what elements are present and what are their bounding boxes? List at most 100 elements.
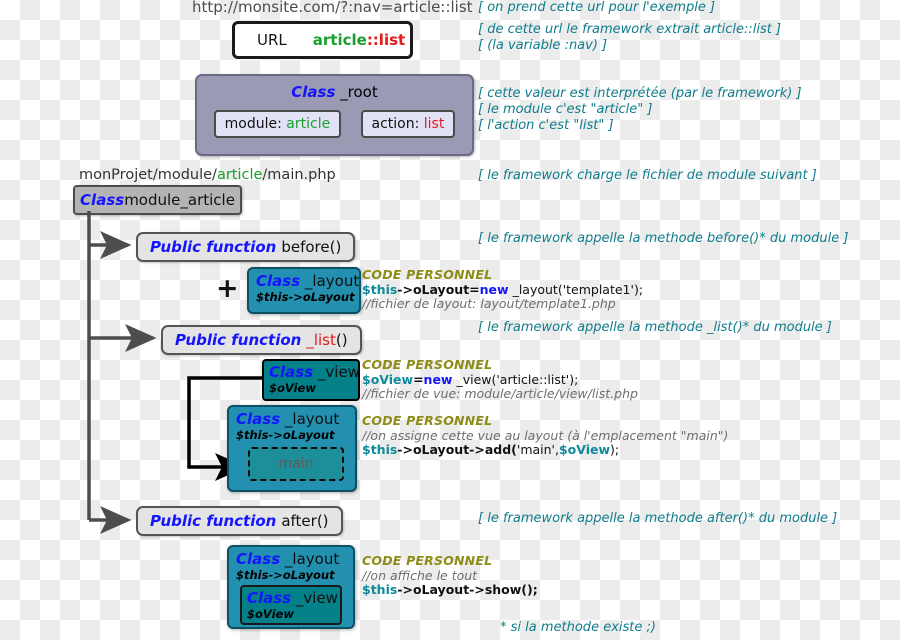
- module-chip-value: article: [286, 116, 331, 132]
- layout-box-before: Class _layout $this->oLayout: [247, 267, 361, 314]
- note-line: [ le module c'est "article" ]: [478, 102, 653, 117]
- layout-box-name: _layout: [300, 272, 360, 290]
- module-file-path: monProjet/module/article/main.php: [79, 167, 336, 183]
- code-header: CODE PERSONNEL: [362, 553, 493, 568]
- code-op: ->oLayout->show();: [397, 582, 538, 597]
- code-line: $this->oLayout=new _layout('template1');: [362, 281, 644, 298]
- module-class-box: Class module_article: [73, 185, 242, 215]
- layout-box-with-main: Class _layout $this->oLayout main: [227, 405, 357, 492]
- note-line: [ cette valeur est interprétée (par le f…: [478, 86, 802, 101]
- view-box-var: $oView: [269, 381, 316, 395]
- view-box-name: _view: [291, 589, 338, 607]
- note-after-call: [ le framework appelle la methode after(…: [478, 511, 838, 526]
- code-comment: //on assigne cette vue au layout (à l'em…: [362, 427, 729, 443]
- code-rest: _view('article::list');: [452, 371, 579, 387]
- code-keyword: new: [423, 371, 453, 387]
- view-box-list: Class _view $oView: [262, 359, 360, 401]
- code-var: $this: [362, 281, 398, 297]
- class-keyword: Class: [236, 550, 281, 568]
- code-line: $this->oLayout->show();: [362, 582, 538, 598]
- code-block-show: CODE PERSONNEL //on affiche le tout $thi…: [362, 553, 538, 598]
- note-root-interpretation: [ cette valeur est interprétée (par le f…: [478, 86, 802, 134]
- root-class-chips: module: article action: list: [197, 110, 472, 138]
- code-header: CODE PERSONNEL: [362, 413, 493, 428]
- code-comment: //fichier de layout: layout/template1.ph…: [362, 296, 616, 311]
- code-rest: _layout('template1');: [508, 281, 644, 297]
- note-line: [ (la variable :nav) ]: [478, 38, 608, 53]
- function-keyword: Public function: [150, 512, 277, 530]
- function-list[interactable]: Public function _list(): [161, 325, 362, 355]
- root-class-name: _root: [335, 83, 378, 101]
- function-before-name: before(): [281, 238, 342, 256]
- note-url-extract: [ de cette url le framework extrait arti…: [478, 22, 781, 54]
- module-class-name: module_article: [124, 191, 235, 209]
- code-block-add-main: CODE PERSONNEL //on assigne cette vue au…: [362, 413, 729, 458]
- code-comment: //fichier de vue: module/article/view/li…: [362, 386, 638, 401]
- file-path-highlight: article: [216, 167, 263, 183]
- url-text: http://monsite.com/?:nav=article::list: [192, 0, 473, 16]
- file-path-prefix: monProjet/module/: [79, 167, 217, 183]
- layout-box-var: $this->oLayout: [236, 428, 335, 442]
- class-keyword: Class: [256, 272, 301, 290]
- code-keyword: new: [479, 281, 509, 297]
- layout-box-var: $this->oLayout: [256, 290, 355, 304]
- view-box-nested: Class _view $oView: [240, 585, 342, 625]
- url-module-value: article: [312, 31, 367, 49]
- url-box-value: article::list: [313, 31, 405, 49]
- root-class-title: Class _root: [197, 83, 472, 101]
- function-list-name: _list: [306, 331, 336, 349]
- code-var2: $oView: [558, 442, 611, 457]
- layout-box-title: Class _layout: [236, 410, 355, 428]
- url-box-label: URL: [257, 31, 287, 49]
- file-path-suffix: /main.php: [262, 167, 336, 183]
- layout-box-name: _layout: [280, 410, 340, 428]
- layout-box-title: Class _layout: [236, 550, 353, 568]
- layout-box-name: _layout: [280, 550, 340, 568]
- view-box-title: Class _view: [247, 589, 340, 607]
- code-comment: //on affiche le tout: [362, 567, 478, 583]
- code-var: $this: [362, 442, 398, 457]
- function-keyword: Public function: [150, 238, 277, 256]
- url-box: URL article::list: [232, 21, 413, 59]
- view-box-var: $oView: [247, 607, 294, 621]
- function-list-suffix: (): [335, 331, 348, 349]
- layout-box-final: Class _layout $this->oLayout Class _view…: [227, 545, 355, 629]
- main-slot: main: [248, 447, 344, 481]
- plus-icon: +: [216, 273, 239, 304]
- class-keyword: Class: [80, 191, 125, 209]
- code-op: ->oLayout=: [397, 281, 480, 297]
- function-keyword: Public function: [175, 331, 302, 349]
- layout-box-title: Class _layout: [256, 272, 359, 290]
- class-keyword: Class: [236, 410, 281, 428]
- code-op: ->oLayout->add(: [397, 442, 517, 457]
- class-keyword: Class: [269, 363, 314, 381]
- code-header: CODE PERSONNEL: [362, 357, 493, 372]
- note-line: [ de cette url le framework extrait arti…: [478, 22, 782, 37]
- action-chip: action: list: [360, 110, 456, 138]
- function-after-name: after(): [281, 512, 329, 530]
- code-end: );: [610, 442, 620, 457]
- function-after[interactable]: Public function after(): [136, 506, 343, 536]
- action-chip-label: action:: [371, 116, 424, 132]
- code-header: CODE PERSONNEL: [362, 267, 493, 282]
- function-before[interactable]: Public function before(): [136, 232, 356, 262]
- code-block-list-view: CODE PERSONNEL $oView=new _view('article…: [362, 357, 638, 402]
- action-chip-value: list: [423, 116, 445, 132]
- view-box-title: Class _view: [269, 363, 360, 381]
- layout-box-var: $this->oLayout: [236, 568, 335, 582]
- code-block-before: CODE PERSONNEL $this->oLayout=new _layou…: [362, 267, 644, 312]
- class-keyword: Class: [247, 589, 292, 607]
- module-chip-label: module:: [224, 116, 287, 132]
- code-line: $oView=new _view('article::list');: [362, 371, 638, 388]
- code-var: $oView: [362, 371, 414, 387]
- note-footnote: * si la methode existe ;): [500, 620, 656, 635]
- root-class-box: Class _root module: article action: list: [195, 74, 474, 156]
- note-list-call: [ le framework appelle la methode _list(…: [478, 320, 832, 335]
- note-before-call: [ le framework appelle la methode before…: [478, 231, 849, 246]
- note-module-load: [ le framework charge le fichier de modu…: [478, 168, 817, 183]
- code-op: =: [413, 371, 424, 387]
- view-box-name: _view: [313, 363, 360, 381]
- code-var: $this: [362, 582, 398, 597]
- code-string: 'main': [516, 442, 555, 457]
- note-line: [ l'action c'est "list" ]: [478, 118, 614, 133]
